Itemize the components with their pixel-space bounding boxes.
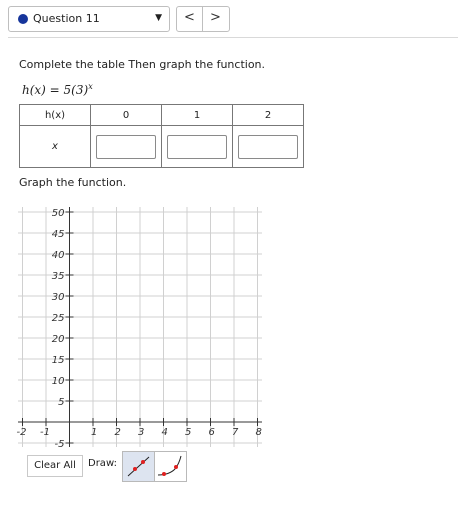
column-header-0: 0 <box>90 104 162 126</box>
question-label: Question 11 <box>33 12 100 25</box>
row-header-x: x <box>19 125 91 168</box>
instructions-text: Complete the table Then graph the functi… <box>19 58 266 71</box>
caret-down-icon: ▼ <box>155 13 162 23</box>
x-tick-label: 7 <box>232 427 239 438</box>
y-tick-label: 20 <box>52 334 65 345</box>
formula-exponent: x <box>88 82 93 91</box>
table-cell <box>232 125 304 168</box>
question-nav: < > <box>176 6 230 32</box>
graph-title: Graph the function. <box>19 176 127 189</box>
x-tick-label: -1 <box>40 427 50 438</box>
row-header-hx: h(x) <box>19 104 91 126</box>
clear-all-button[interactable]: Clear All <box>27 455 83 477</box>
x-tick-label: 1 <box>91 427 97 438</box>
answer-input-1[interactable] <box>167 134 227 159</box>
x-tick-label: 8 <box>256 427 262 438</box>
table-row: x <box>19 125 304 168</box>
next-question-button[interactable]: > <box>203 7 228 31</box>
question-header: Question 11 ▼ < > <box>0 0 458 38</box>
answer-input-0[interactable] <box>96 134 156 159</box>
status-dot-icon <box>18 14 28 24</box>
y-tick-label: 15 <box>52 355 65 366</box>
x-tick-label: 3 <box>138 427 144 438</box>
y-tick-label: 5 <box>58 397 64 408</box>
graph-canvas[interactable]: -2 -1 1 2 3 4 5 6 7 85045403530252015105-5 <box>0 200 300 450</box>
exponential-tool-icon <box>157 455 182 476</box>
draw-label: Draw: <box>88 458 117 469</box>
column-header-2: 2 <box>232 104 304 126</box>
table-row: h(x) 0 1 2 <box>19 104 304 126</box>
line-tool-icon <box>127 456 150 477</box>
x-tick-label: 4 <box>162 427 168 438</box>
x-tick-label: -2 <box>17 427 27 438</box>
column-header-1: 1 <box>161 104 233 126</box>
row-header-x-label: x <box>52 141 58 152</box>
x-tick-label: 2 <box>115 427 121 438</box>
answer-input-2[interactable] <box>238 134 298 159</box>
function-formula: h(x) = 5(3)x <box>22 82 93 97</box>
y-tick-label: -5 <box>55 439 65 450</box>
y-tick-label: 25 <box>52 313 65 324</box>
y-tick-label: 35 <box>52 271 65 282</box>
y-tick-label: 30 <box>52 292 65 303</box>
x-tick-label: 5 <box>185 427 191 438</box>
question-selector[interactable]: Question 11 ▼ <box>8 6 170 32</box>
y-tick-label: 40 <box>52 250 65 261</box>
y-tick-label: 45 <box>52 229 65 240</box>
prev-question-button[interactable]: < <box>177 7 203 31</box>
y-tick-label: 10 <box>52 376 65 387</box>
line-tool-button[interactable] <box>122 451 155 482</box>
x-tick-label: 6 <box>209 427 215 438</box>
header-divider <box>8 37 458 38</box>
table-cell <box>161 125 233 168</box>
table-cell <box>90 125 162 168</box>
exponential-tool-button[interactable] <box>154 451 187 482</box>
value-table: h(x) 0 1 2 x <box>19 104 304 168</box>
formula-text: h(x) = 5(3) <box>22 83 89 97</box>
y-tick-label: 50 <box>52 208 65 219</box>
